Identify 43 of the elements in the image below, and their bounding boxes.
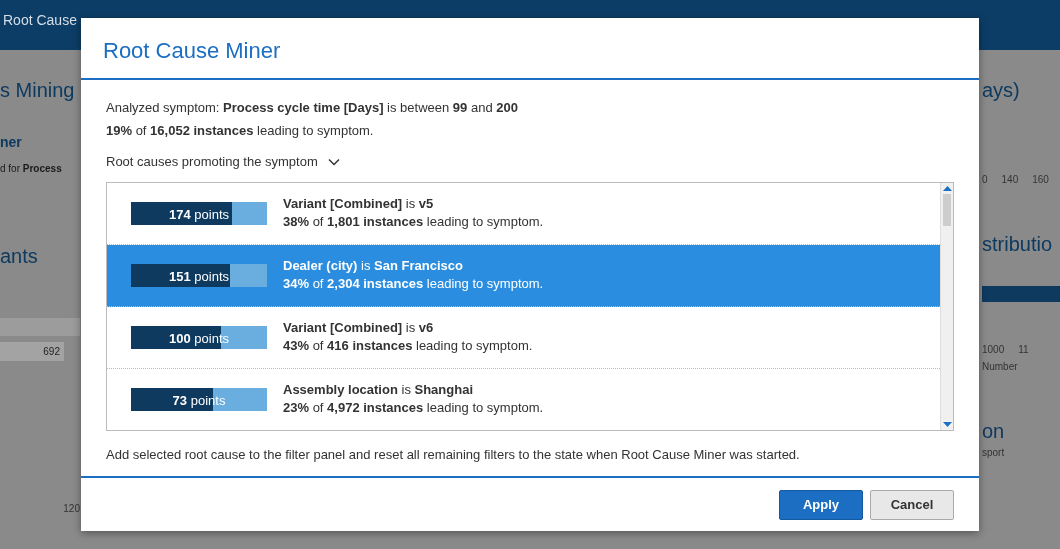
background-heading: ays) — [982, 78, 1021, 102]
background-subheading: ner — [0, 133, 23, 152]
root-cause-row[interactable]: 100 points Variant [Combined] is v6 43% of 416 instances leading to symptom. — [107, 306, 940, 369]
root-cause-row[interactable]: 174 points Variant [Combined] is v5 38% of 1,801 instances leading to symptom. — [107, 182, 940, 245]
axis-label: sport — [982, 446, 1006, 460]
scroll-thumb[interactable] — [943, 193, 951, 226]
score-label: 151 points — [168, 267, 230, 286]
background-heading: s Mining — [0, 78, 76, 102]
score-label: 100 points — [168, 329, 230, 348]
background-heading: stributio — [982, 232, 1054, 256]
apply-button[interactable]: Apply — [779, 490, 863, 520]
axis-tick: 0 — [982, 173, 988, 187]
axis-tick: 140 — [1001, 173, 1019, 187]
cause-detail: 38% of 1,801 instances leading to symptom. — [283, 213, 544, 231]
score-label: 174 points — [168, 205, 230, 224]
share-text: 19% of 16,052 instances leading to symptom. — [106, 121, 375, 140]
background-heading: on — [982, 419, 1006, 443]
cause-detail: 43% of 416 instances leading to symptom. — [283, 337, 533, 355]
axis-tick: 1000 — [982, 343, 1005, 357]
dialog-title: Root Cause Miner — [103, 38, 281, 63]
axis-tick: 160 — [1032, 173, 1049, 187]
root-cause-row[interactable]: 73 points Assembly location is Shanghai 23% of 4,972 instances leading to symptom. — [107, 368, 940, 430]
cause-detail: 34% of 2,304 instances leading to symptom. — [283, 275, 544, 293]
background-heading: ants — [0, 244, 39, 268]
root-cause-row[interactable]: 151 points Dealer (city) is San Francisco 34% of 2,304 instances leading to symptom. — [107, 244, 940, 307]
bar-value: 692 — [0, 342, 64, 361]
cause-title: Variant [Combined] is v5 — [283, 194, 435, 213]
hint-text: Add selected root cause to the filter panel and reset all remaining filters to the state when Root Cause Miner was started. — [106, 445, 801, 464]
section-toggle[interactable]: Root causes promoting the symptom — [106, 152, 340, 172]
app-title: Root Cause — [3, 12, 77, 28]
score-label: 73 points — [171, 391, 227, 410]
axis-label: Number — [982, 360, 1019, 374]
cause-title: Dealer (city) is San Francisco — [283, 256, 464, 275]
symptom-text: Analyzed symptom: Process cycle time [Days] is between 99 and 200 — [106, 99, 519, 117]
axis-label: 120 — [62, 502, 80, 516]
scrollbar[interactable] — [940, 182, 953, 430]
cancel-button[interactable]: Cancel — [870, 490, 954, 520]
background-text: d for Process — [0, 162, 63, 176]
cause-title: Assembly location is Shanghai — [283, 380, 474, 399]
cause-detail: 23% of 4,972 instances leading to symptom. — [283, 399, 544, 417]
cause-title: Variant [Combined] is v6 — [283, 318, 435, 337]
axis-tick: 11 — [1018, 343, 1029, 357]
scroll-down-icon[interactable] — [942, 420, 952, 428]
